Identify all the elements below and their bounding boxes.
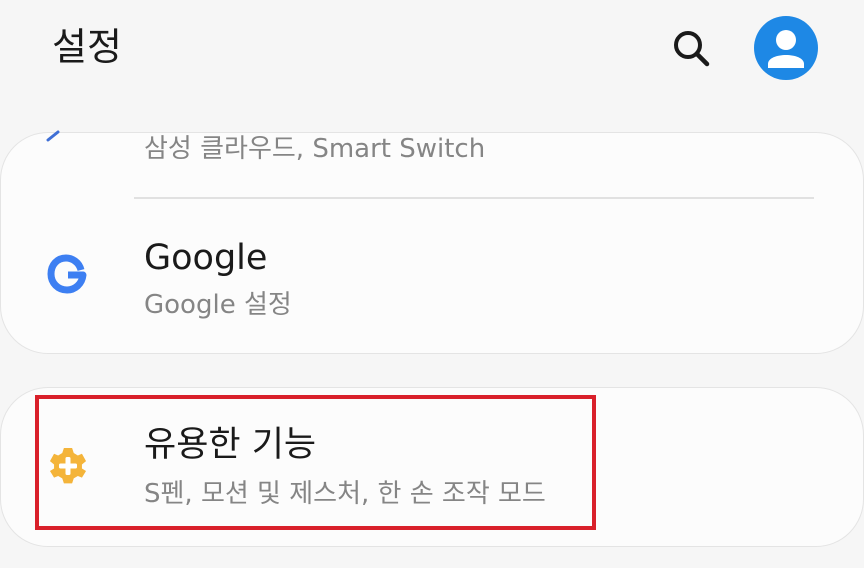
gear-plus-icon xyxy=(46,444,90,488)
search-icon xyxy=(674,31,710,67)
divider xyxy=(134,197,814,199)
page-title: 설정 xyxy=(52,25,122,69)
google-item-title: Google xyxy=(144,238,268,278)
cloud-icon xyxy=(46,126,60,142)
previous-item-subtitle: 삼성 클라우드, Smart Switch xyxy=(144,134,486,164)
search-button[interactable] xyxy=(664,22,718,76)
account-avatar-icon xyxy=(768,30,804,68)
app-header: 설정 xyxy=(0,0,864,100)
google-icon xyxy=(46,252,90,296)
useful-features-item[interactable] xyxy=(0,390,864,545)
profile-avatar-button[interactable] xyxy=(754,16,818,80)
useful-features-title: 유용한 기능 xyxy=(144,425,317,465)
settings-screen: 설정 삼성 클라우드, Smart Switch Google Google 설… xyxy=(0,0,864,568)
google-item-subtitle: Google 설정 xyxy=(144,290,292,320)
useful-features-subtitle: S펜, 모션 및 제스처, 한 손 조작 모드 xyxy=(144,479,546,509)
google-settings-item[interactable] xyxy=(0,200,864,350)
